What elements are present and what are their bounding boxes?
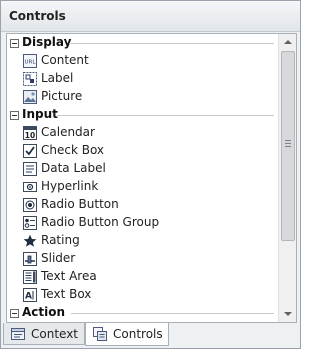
grip-line bbox=[285, 140, 291, 141]
list-item-radio-button[interactable]: Radio Button bbox=[7, 196, 278, 214]
tab-context[interactable]: Context bbox=[3, 323, 85, 345]
list-item-hyperlink[interactable]: Hyperlink bbox=[7, 178, 278, 196]
list-item-slider[interactable]: Slider bbox=[7, 250, 278, 268]
list-item-label: Check Box bbox=[41, 143, 105, 157]
context-icon bbox=[11, 328, 25, 340]
list-item-text-area[interactable]: Text Area bbox=[7, 268, 278, 286]
list-item-label: Text Area bbox=[41, 269, 97, 283]
slider-icon bbox=[23, 252, 37, 266]
group-title-input: Input bbox=[22, 107, 58, 121]
controls-list: Display URL Content Label Picture Input … bbox=[6, 33, 297, 323]
list-item-label-control[interactable]: Label bbox=[7, 70, 278, 88]
group-title-action: Action bbox=[22, 305, 66, 319]
group-input[interactable]: Input bbox=[7, 106, 278, 124]
url-content-icon: URL bbox=[23, 54, 37, 68]
controls-list-content: Display URL Content Label Picture Input … bbox=[7, 34, 278, 322]
list-item-label: Hyperlink bbox=[41, 179, 99, 193]
list-item-check-box[interactable]: Check Box bbox=[7, 142, 278, 160]
collapse-toggle-icon[interactable] bbox=[10, 111, 19, 120]
panel-tabs: Context Controls bbox=[3, 323, 298, 346]
group-display[interactable]: Display bbox=[7, 34, 278, 52]
list-item-rating[interactable]: Rating bbox=[7, 232, 278, 250]
list-item-label: Content bbox=[41, 53, 89, 67]
list-item-label: Data Label bbox=[41, 161, 106, 175]
group-divider bbox=[71, 313, 274, 314]
collapse-toggle-icon[interactable] bbox=[10, 39, 19, 48]
group-action[interactable]: Action bbox=[7, 304, 278, 322]
radio-button-group-icon bbox=[23, 216, 37, 230]
grip-line bbox=[285, 146, 291, 147]
group-title-display: Display bbox=[22, 35, 72, 49]
group-divider bbox=[69, 43, 274, 44]
svg-text:A: A bbox=[25, 292, 32, 302]
star-icon bbox=[23, 234, 37, 247]
list-item-radio-button-group[interactable]: Radio Button Group bbox=[7, 214, 278, 232]
checkbox-icon bbox=[23, 144, 37, 158]
controls-icon bbox=[93, 327, 107, 341]
calendar-icon-text: 10 bbox=[25, 131, 35, 140]
calendar-icon: 10 bbox=[23, 126, 37, 140]
list-item-label: Label bbox=[41, 71, 74, 85]
hyperlink-icon bbox=[23, 182, 37, 192]
panel-header: Controls bbox=[1, 1, 300, 32]
url-icon-text: URL bbox=[25, 60, 37, 66]
collapse-toggle-icon[interactable] bbox=[10, 309, 19, 318]
group-divider bbox=[57, 115, 274, 116]
list-item-content[interactable]: URL Content bbox=[7, 52, 278, 70]
data-label-icon bbox=[23, 162, 37, 176]
list-item-picture[interactable]: Picture bbox=[7, 88, 278, 106]
text-area-icon bbox=[23, 270, 37, 284]
scroll-up-icon[interactable] bbox=[279, 34, 296, 50]
radio-button-icon bbox=[23, 198, 37, 212]
list-item-text-box[interactable]: A Text Box bbox=[7, 286, 278, 304]
list-item-label: Calendar bbox=[41, 125, 95, 139]
list-item-label: Radio Button Group bbox=[41, 215, 160, 229]
list-item-data-label[interactable]: Data Label bbox=[7, 160, 278, 178]
grip-line bbox=[285, 143, 291, 144]
list-item-label: Text Box bbox=[41, 287, 92, 301]
text-box-icon: A bbox=[23, 288, 37, 302]
controls-panel: Controls Display URL Content Label Pictu… bbox=[0, 0, 301, 349]
scroll-down-icon[interactable] bbox=[279, 306, 296, 322]
tab-controls[interactable]: Controls bbox=[85, 323, 169, 346]
tab-label: Controls bbox=[113, 327, 163, 341]
label-icon bbox=[23, 72, 37, 86]
scrollbar-thumb[interactable] bbox=[281, 51, 295, 241]
vertical-scrollbar[interactable] bbox=[278, 34, 296, 322]
picture-icon bbox=[23, 90, 37, 104]
list-item-label: Rating bbox=[41, 233, 80, 247]
panel-title: Controls bbox=[9, 9, 66, 23]
list-item-label: Picture bbox=[41, 89, 83, 103]
tab-label: Context bbox=[31, 327, 79, 341]
list-item-label: Slider bbox=[41, 251, 76, 265]
list-item-calendar[interactable]: 10 Calendar bbox=[7, 124, 278, 142]
list-item-label: Radio Button bbox=[41, 197, 119, 211]
